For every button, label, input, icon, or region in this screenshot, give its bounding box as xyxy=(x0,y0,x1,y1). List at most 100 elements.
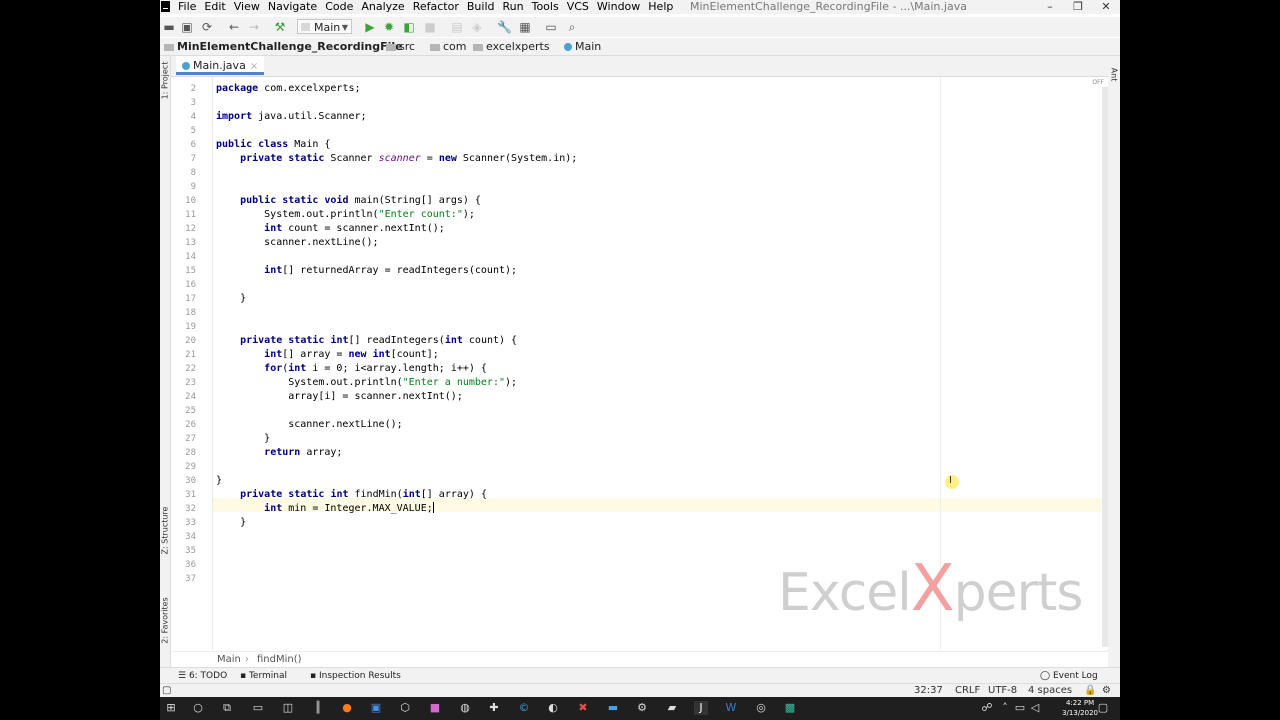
structure-tool-tab[interactable]: Z: Structure xyxy=(161,504,170,558)
close-tab-icon[interactable]: × xyxy=(250,61,258,72)
inspector-icon[interactable]: ⚙ xyxy=(1102,684,1111,697)
code-line[interactable]: import java.util.Scanner; xyxy=(216,110,367,124)
notifications-icon[interactable]: ▢ xyxy=(1096,701,1110,715)
code-line[interactable]: int[] returnedArray = readIntegers(count… xyxy=(216,264,517,278)
code-line[interactable]: } xyxy=(216,292,246,306)
code-line[interactable]: scanner.nextLine(); xyxy=(216,236,378,250)
menu-navigate[interactable]: Navigate xyxy=(268,0,317,13)
code-line[interactable]: scanner.nextLine(); xyxy=(216,418,402,432)
word-icon[interactable]: W xyxy=(724,701,738,715)
code-line[interactable]: return array; xyxy=(216,446,342,460)
app-icon-6[interactable]: ■ xyxy=(428,701,442,715)
breadcrumb-project[interactable]: MinElementChallenge_RecordingFile xyxy=(164,38,403,55)
menu-file[interactable]: File xyxy=(178,0,196,13)
back-icon[interactable]: ← xyxy=(227,20,241,34)
code-editor[interactable]: 2 3 4 5 6 7 8 9 10 11 12 13 14 15 16 17 … xyxy=(171,77,1108,650)
network-icon[interactable]: ▭ xyxy=(1013,701,1027,715)
forward-icon[interactable]: → xyxy=(247,20,261,34)
breadcrumb-com[interactable]: com xyxy=(430,38,467,55)
task-view-icon[interactable]: ⧉ xyxy=(220,701,234,715)
windows-start-icon[interactable]: ⊞ xyxy=(164,701,178,715)
code-line[interactable]: private static Scanner scanner = new Sca… xyxy=(216,152,577,166)
event-log-button[interactable]: ◯ Event Log xyxy=(1040,668,1098,684)
stop-icon[interactable]: ■ xyxy=(423,20,437,34)
menu-help[interactable]: Help xyxy=(648,0,673,13)
run-icon[interactable]: ▶ xyxy=(363,20,377,34)
menu-run[interactable]: Run xyxy=(503,0,524,13)
menu-edit[interactable]: Edit xyxy=(204,0,225,13)
disabled-tool-2-icon[interactable]: ◈ xyxy=(470,20,484,34)
editor-scrollbar[interactable] xyxy=(1102,87,1108,647)
app-icon-3[interactable]: ║ xyxy=(311,701,325,715)
ant-tool-tab[interactable]: Ant xyxy=(1110,48,1119,102)
terminal-tool-button[interactable]: ▪ Terminal xyxy=(240,668,287,684)
code-line[interactable]: public static void main(String[] args) { xyxy=(216,194,481,208)
app-icon-16[interactable]: ▩ xyxy=(783,701,797,715)
chevron-up-icon[interactable]: ˄ xyxy=(998,701,1012,715)
code-line[interactable]: array[i] = scanner.nextInt(); xyxy=(216,390,463,404)
project-tool-tab[interactable]: 1: Project xyxy=(161,54,170,108)
app-icon-8[interactable]: ✚ xyxy=(487,701,501,715)
intellij-taskbar-icon[interactable]: J xyxy=(694,701,708,715)
crumb-main[interactable]: Main xyxy=(217,652,241,668)
code-line[interactable]: int[] array = new int[count]; xyxy=(216,348,439,362)
volume-icon[interactable]: ◁ xyxy=(1028,701,1042,715)
app-icon-15[interactable]: ◎ xyxy=(754,701,768,715)
coverage-icon[interactable]: ◧ xyxy=(402,20,416,34)
sdk-icon[interactable]: ▭ xyxy=(544,20,558,34)
line-separator[interactable]: CRLF xyxy=(955,684,980,697)
code-line[interactable]: private static int[] readIntegers(int co… xyxy=(216,334,517,348)
search-icon[interactable]: ⌕ xyxy=(565,20,579,34)
people-icon[interactable]: ☍ xyxy=(980,701,994,715)
run-config-select[interactable]: Main ▼ xyxy=(297,19,352,34)
inspection-results-button[interactable]: ▪ Inspection Results xyxy=(310,668,401,684)
debug-icon[interactable]: ✹ xyxy=(382,20,396,34)
app-icon-2[interactable]: ◫ xyxy=(281,701,295,715)
system-clock[interactable]: 4:22 PM 3/13/2020 xyxy=(1062,698,1098,718)
menu-vcs[interactable]: VCS xyxy=(567,0,589,13)
open-icon[interactable]: ▬ xyxy=(162,20,176,34)
app-icon-9[interactable]: © xyxy=(517,701,531,715)
menu-tools[interactable]: Tools xyxy=(532,0,559,13)
app-icon-13[interactable]: ⚙ xyxy=(635,701,649,715)
app-icon-5[interactable]: ⬡ xyxy=(398,701,412,715)
breadcrumb-main[interactable]: Main xyxy=(564,38,601,55)
close-window-button[interactable]: ✕ xyxy=(1092,0,1120,13)
crumb-findmin[interactable]: findMin() xyxy=(257,652,302,668)
project-structure-icon[interactable]: ▦ xyxy=(518,20,532,34)
breadcrumb-src[interactable]: src xyxy=(386,38,415,55)
todo-tool-button[interactable]: ☰ 6: TODO xyxy=(178,668,227,684)
menu-refactor[interactable]: Refactor xyxy=(413,0,459,13)
menu-code[interactable]: Code xyxy=(325,0,353,13)
app-icon-12[interactable]: ▬ xyxy=(606,701,620,715)
caret-position[interactable]: 32:37 xyxy=(914,684,943,697)
breadcrumb-excelxperts[interactable]: excelxperts xyxy=(473,38,550,55)
disabled-tool-icon[interactable]: ▤ xyxy=(450,20,464,34)
menu-window[interactable]: Window xyxy=(597,0,640,13)
code-line[interactable]: System.out.println("Enter count:"); xyxy=(216,208,475,222)
code-line[interactable]: for(int i = 0; i<array.length; i++) { xyxy=(216,362,487,376)
code-line[interactable]: package com.excelxperts; xyxy=(216,82,361,96)
tab-main-java[interactable]: Main.java × xyxy=(176,56,265,75)
app-icon-7[interactable]: ◍ xyxy=(458,701,472,715)
build-hammer-icon[interactable]: ⚒ xyxy=(273,20,287,34)
favorites-tool-tab[interactable]: 2: Favorites xyxy=(161,594,170,648)
menu-build[interactable]: Build xyxy=(467,0,495,13)
restore-button[interactable]: ❐ xyxy=(1064,0,1092,13)
sync-icon[interactable]: ⟳ xyxy=(200,20,214,34)
code-line[interactable]: int count = scanner.nextInt(); xyxy=(216,222,445,236)
code-line[interactable]: private static int findMin(int[] array) … xyxy=(216,488,487,502)
save-icon[interactable]: ▣ xyxy=(180,20,194,34)
code-line[interactable]: int min = Integer.MAX_VALUE; xyxy=(216,502,434,516)
menu-view[interactable]: View xyxy=(234,0,260,13)
code-line[interactable]: System.out.println("Enter a number:"); xyxy=(216,376,517,390)
code-line[interactable]: } xyxy=(216,516,246,530)
minimize-button[interactable]: – xyxy=(1036,0,1064,13)
status-square-icon[interactable]: ▢ xyxy=(162,684,171,697)
app-icon-1[interactable]: ▭ xyxy=(251,701,265,715)
code-line[interactable]: } xyxy=(216,432,270,446)
code-line[interactable]: } xyxy=(216,474,222,488)
settings-wrench-icon[interactable]: 🔧 xyxy=(497,20,512,34)
app-icon-10[interactable]: ◐ xyxy=(546,701,560,715)
menu-analyze[interactable]: Analyze xyxy=(361,0,404,13)
